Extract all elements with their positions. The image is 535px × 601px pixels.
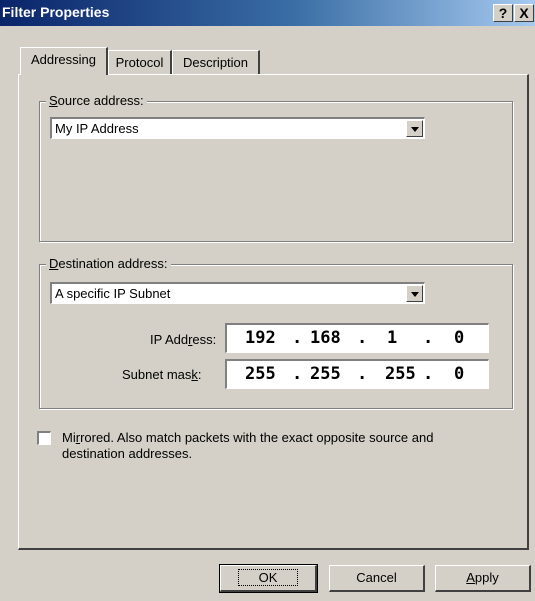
chevron-down-icon [411, 127, 419, 132]
destination-dropdown-button[interactable] [406, 285, 423, 302]
cancel-button-label: Cancel [356, 570, 397, 585]
mask-octet-3[interactable]: 255 [385, 364, 416, 384]
tab-addressing-label: Addressing [30, 52, 97, 67]
mirrored-label[interactable]: Mirrored. Also match packets with the ex… [62, 430, 482, 462]
mask-separator: . [357, 364, 368, 384]
source-dropdown-button[interactable] [406, 120, 423, 137]
mask-octet-2[interactable]: 255 [310, 364, 341, 384]
ip-octet-4[interactable]: 0 [454, 328, 464, 348]
ip-address-label: IP Address: [150, 332, 217, 347]
tab-protocol[interactable]: Protocol [108, 50, 172, 75]
ip-separator: . [292, 328, 303, 348]
close-button[interactable]: X [514, 4, 534, 22]
mask-separator: . [292, 364, 303, 384]
tab-protocol-label: Protocol [115, 55, 164, 70]
ip-address-field[interactable]: 192 . 168 . 1 . 0 [225, 323, 489, 353]
tab-description[interactable]: Description [172, 50, 260, 75]
source-address-value: My IP Address [55, 121, 139, 136]
ip-separator: . [357, 328, 368, 348]
chevron-down-icon [411, 292, 419, 297]
destination-address-label: Destination address: [46, 256, 171, 271]
apply-button-label: Apply [466, 570, 499, 585]
destination-address-dropdown[interactable]: A specific IP Subnet [50, 282, 425, 304]
ip-separator: . [423, 328, 434, 348]
mask-octet-4[interactable]: 0 [454, 364, 464, 384]
ip-octet-3[interactable]: 1 [387, 328, 397, 348]
title-bar[interactable]: Filter Properties ? X [0, 0, 535, 26]
mask-octet-1[interactable]: 255 [245, 364, 276, 384]
ok-button-label: OK [237, 569, 299, 586]
cancel-button[interactable]: Cancel [329, 565, 425, 592]
mirrored-checkbox[interactable] [37, 431, 51, 445]
ok-button[interactable]: OK [219, 564, 318, 593]
help-icon: ? [498, 5, 508, 21]
window-title: Filter Properties [2, 4, 110, 20]
source-address-label: Source address: [46, 93, 147, 108]
ip-octet-2[interactable]: 168 [310, 328, 341, 348]
subnet-mask-field[interactable]: 255 . 255 . 255 . 0 [225, 359, 489, 389]
close-icon: X [519, 5, 529, 21]
tab-description-label: Description [182, 55, 249, 70]
source-address-dropdown[interactable]: My IP Address [50, 117, 425, 139]
destination-address-value: A specific IP Subnet [55, 286, 171, 301]
help-button[interactable]: ? [493, 4, 513, 22]
subnet-mask-label: Subnet mask: [122, 367, 202, 382]
apply-button[interactable]: Apply [435, 565, 531, 592]
mask-separator: . [423, 364, 434, 384]
tab-addressing[interactable]: Addressing [20, 47, 108, 75]
ip-octet-1[interactable]: 192 [245, 328, 276, 348]
